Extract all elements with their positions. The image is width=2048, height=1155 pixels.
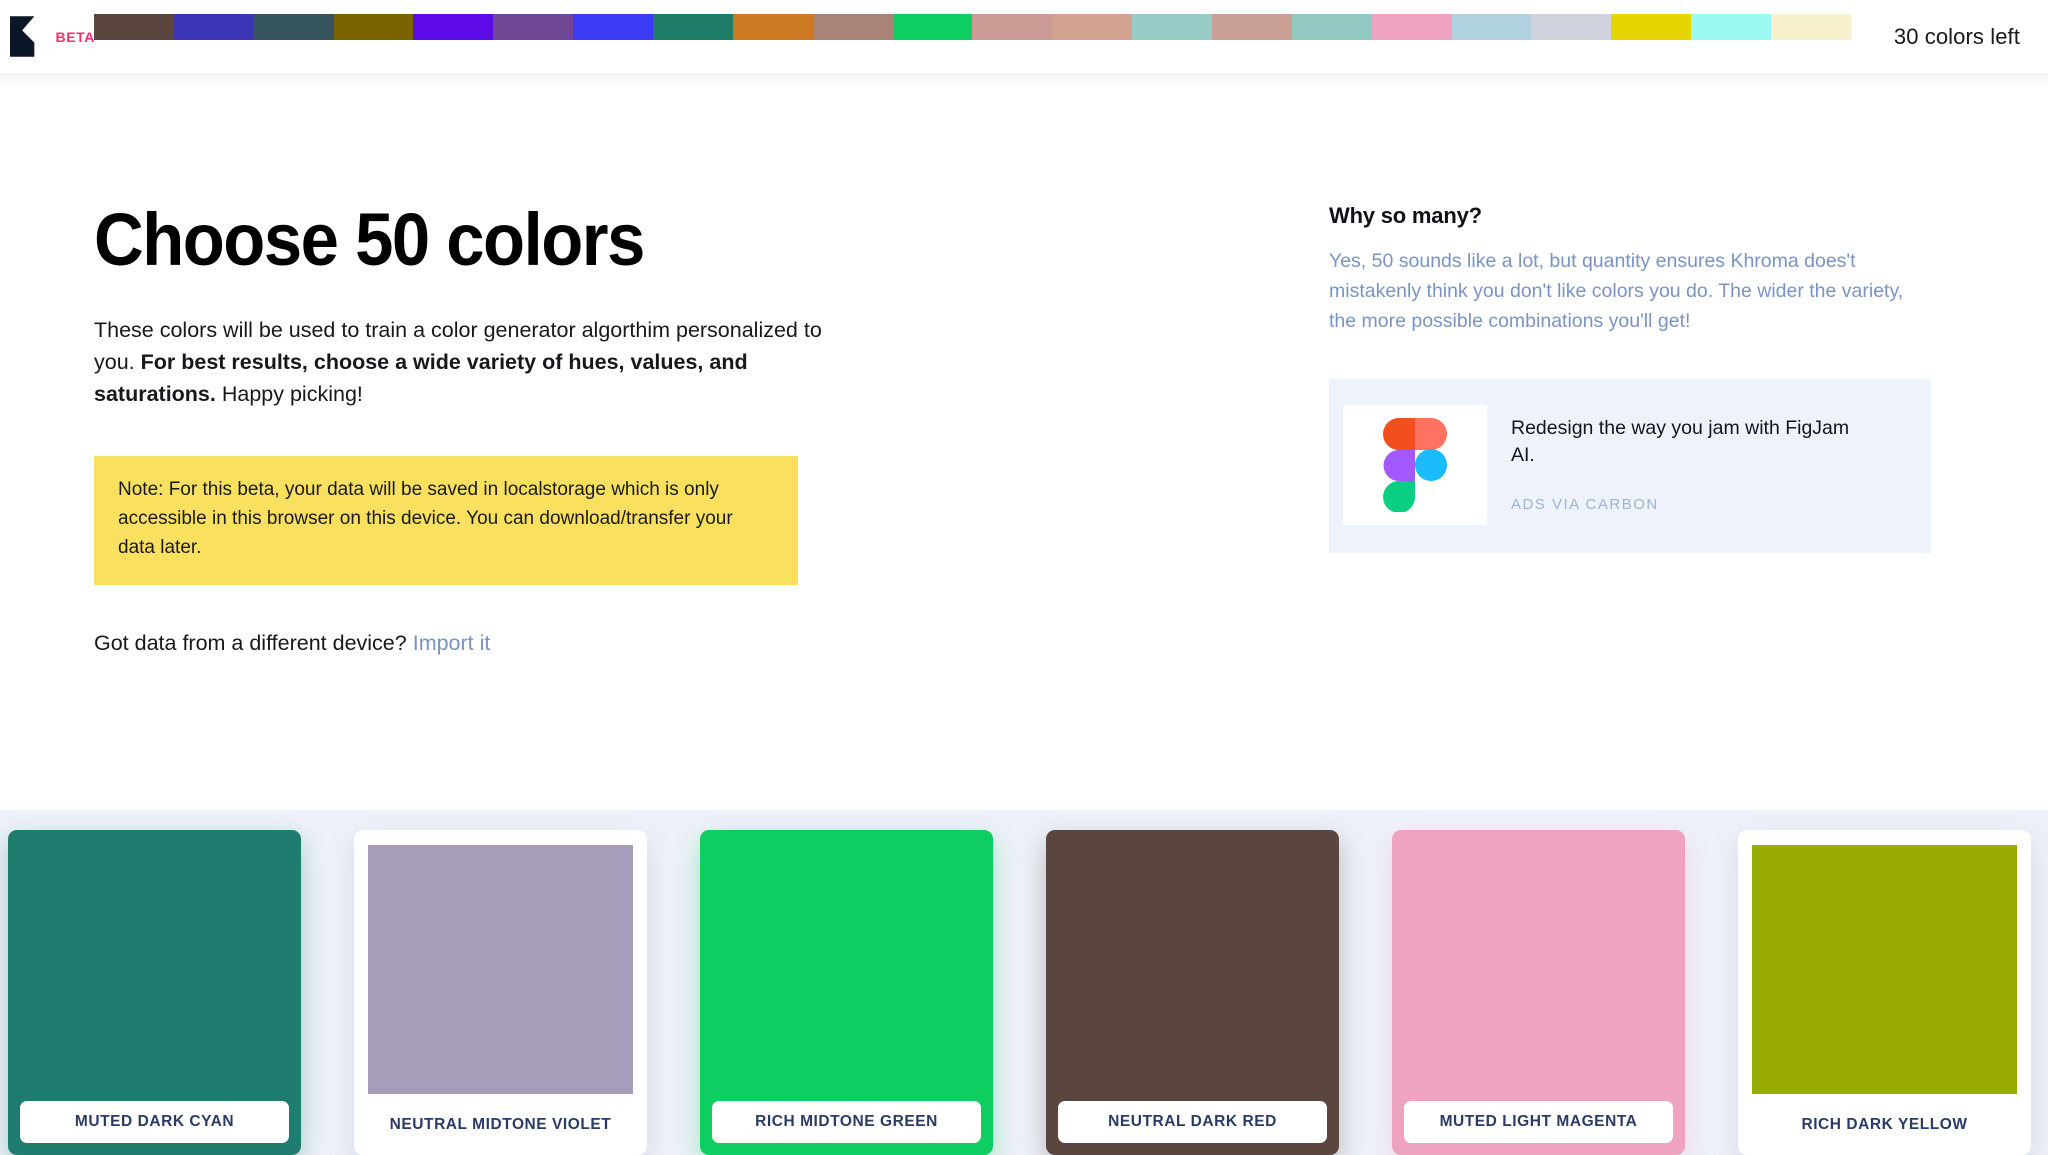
khroma-logo-icon (10, 16, 47, 57)
ad-thumbnail[interactable] (1343, 404, 1487, 525)
strip-swatch-12[interactable] (1052, 14, 1133, 40)
strip-swatch-0[interactable] (94, 14, 174, 40)
selected-colors-strip[interactable] (94, 14, 1851, 40)
localstorage-note: Note: For this beta, your data will be s… (94, 456, 798, 586)
why-so-many-heading: Why so many? (1329, 203, 1482, 228)
strip-swatch-9[interactable] (812, 14, 893, 40)
strip-swatch-8[interactable] (732, 14, 813, 40)
strip-swatch-21[interactable] (1771, 14, 1851, 40)
ad-source-label[interactable]: ADS VIA CARBON (1511, 496, 1871, 513)
sidebar-column: Why so many? Yes, 50 sounds like a lot, … (1329, 203, 1931, 553)
strip-swatch-19[interactable] (1611, 14, 1692, 40)
strip-swatch-6[interactable] (573, 14, 654, 40)
main-content: Choose 50 colors These colors will be us… (0, 73, 2048, 810)
import-prompt-label: Got data from a different device? (94, 631, 407, 656)
beta-badge: BETA (55, 28, 95, 45)
color-swatch[interactable] (368, 845, 633, 1094)
strip-swatch-11[interactable] (972, 14, 1053, 40)
strip-swatch-18[interactable] (1531, 14, 1612, 40)
figma-logo-icon (1383, 417, 1447, 512)
color-card[interactable]: NEUTRAL MIDTONE VIOLET (354, 830, 647, 1155)
intro-text-bold: For best results, choose a wide variety … (94, 349, 748, 406)
strip-swatch-5[interactable] (493, 14, 574, 40)
logo-home-link[interactable]: BETA (0, 0, 95, 73)
color-card-label: MUTED LIGHT MAGENTA (1404, 1101, 1673, 1143)
colors-left-counter: 30 colors left (1893, 23, 2020, 49)
app-header: BETA 30 colors left (0, 0, 2048, 73)
ad-text-block: Redesign the way you jam with FigJam AI.… (1487, 405, 1871, 525)
color-card[interactable]: MUTED LIGHT MAGENTA (1392, 830, 1685, 1155)
color-card-label: NEUTRAL MIDTONE VIOLET (389, 1116, 612, 1133)
intro-column: Choose 50 colors These colors will be us… (94, 203, 914, 656)
intro-paragraph: These colors will be used to train a col… (94, 315, 842, 410)
color-card-label: NEUTRAL DARK RED (1058, 1101, 1327, 1143)
import-row: Got data from a different device? Import… (94, 631, 914, 656)
color-card[interactable]: RICH DARK YELLOW (1738, 830, 2031, 1155)
strip-swatch-7[interactable] (653, 14, 733, 40)
strip-swatch-20[interactable] (1691, 14, 1772, 40)
strip-swatch-10[interactable] (892, 14, 973, 40)
strip-swatch-1[interactable] (173, 14, 254, 40)
header-shadow (0, 73, 2048, 87)
strip-swatch-4[interactable] (413, 14, 494, 40)
strip-swatch-14[interactable] (1212, 14, 1292, 40)
carbon-ad-card[interactable]: Redesign the way you jam with FigJam AI.… (1329, 378, 1931, 553)
color-card-label: MUTED DARK CYAN (20, 1101, 289, 1143)
color-swatch[interactable] (1752, 845, 2017, 1094)
intro-text-tail: Happy picking! (215, 381, 363, 406)
page-title: Choose 50 colors (94, 198, 645, 281)
strip-swatch-13[interactable] (1132, 14, 1213, 40)
strip-swatch-3[interactable] (333, 14, 414, 40)
why-so-many-body: Yes, 50 sounds like a lot, but quantity … (1329, 250, 1904, 333)
import-it-link[interactable]: Import it (413, 631, 491, 655)
ad-headline[interactable]: Redesign the way you jam with FigJam AI. (1511, 415, 1871, 470)
color-card-label: RICH MIDTONE GREEN (712, 1101, 981, 1143)
color-card[interactable]: NEUTRAL DARK RED (1046, 830, 1339, 1155)
strip-swatch-2[interactable] (253, 14, 334, 40)
strip-swatch-15[interactable] (1291, 14, 1372, 40)
color-card[interactable]: MUTED DARK CYAN (8, 830, 301, 1155)
color-card[interactable]: RICH MIDTONE GREEN (700, 830, 993, 1155)
color-card-label: RICH DARK YELLOW (1801, 1116, 1968, 1133)
color-cards-rail: MUTED DARK CYAN NEUTRAL MIDTONE VIOLET RIC… (8, 830, 2031, 1155)
strip-swatch-16[interactable] (1371, 14, 1452, 40)
color-cards-tray[interactable]: MUTED DARK CYAN NEUTRAL MIDTONE VIOLET RIC… (0, 810, 2048, 1155)
strip-swatch-17[interactable] (1451, 14, 1532, 40)
